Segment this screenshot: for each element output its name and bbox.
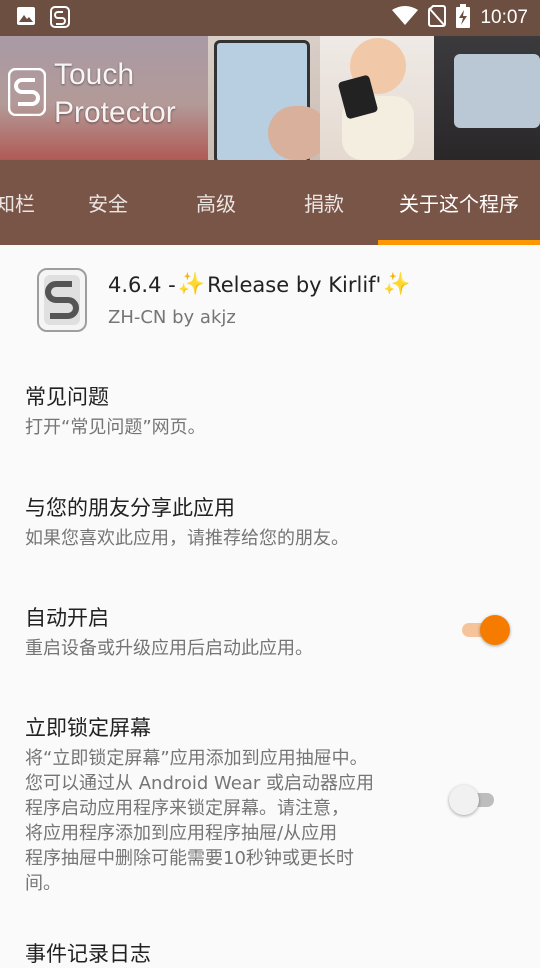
summary-line: 将“立即锁定屏幕”应用添加到应用抽屉中。: [25, 748, 368, 769]
tab-notifications[interactable]: 知栏: [0, 160, 50, 245]
tab-security[interactable]: 安全: [54, 160, 162, 245]
banner-photo-baby: [320, 36, 434, 160]
wifi-icon: [392, 6, 419, 30]
version-info: 4.6.4 - ✨ Release by Kirlif' ✨: [108, 272, 413, 297]
tab-label: 关于这个程序: [399, 192, 519, 216]
banner-photo-pocket: [434, 36, 540, 160]
about-content: 4.6.4 - ✨ Release by Kirlif' ✨ ZH-CN by …: [0, 245, 540, 966]
sparkle-icon: ✨: [383, 272, 411, 297]
app-notification-icon: [50, 6, 70, 32]
tab-bar: 知栏 安全 高级 捐款 关于这个程序: [0, 160, 540, 245]
tab-label: 安全: [88, 192, 128, 216]
lock-screen-toggle[interactable]: [449, 784, 504, 815]
logo-line-1: Touch: [54, 58, 135, 91]
clock: 10:07: [480, 7, 528, 28]
pref-summary: 将“立即锁定屏幕”应用添加到应用抽屉中。 您可以通过从 Android Wear…: [25, 746, 435, 896]
tab-label: 高级: [196, 192, 236, 216]
summary-line: 将应用程序添加到应用程序抽屉/从应用: [25, 823, 338, 844]
auto-start-toggle[interactable]: [460, 614, 512, 645]
pref-summary: 如果您喜欢此应用，请推荐给您的朋友。: [25, 528, 349, 549]
tab-about[interactable]: 关于这个程序: [378, 160, 540, 245]
logo-line-2: Protector: [54, 96, 176, 129]
pref-title: 自动开启: [25, 606, 109, 630]
summary-line: 您可以通过从 Android Wear 或启动器应用: [25, 773, 375, 794]
pref-title: 与您的朋友分享此应用: [25, 496, 235, 520]
tab-label: 知栏: [0, 192, 35, 216]
app-logo-icon: [7, 67, 47, 117]
tab-donate[interactable]: 捐款: [270, 160, 378, 245]
switch-thumb: [449, 785, 479, 815]
summary-line: 程序抽屉中删除可能需要10秒钟或更长时: [25, 848, 354, 869]
pref-title: 立即锁定屏幕: [25, 716, 151, 740]
banner-photo-phone-map: [208, 36, 328, 160]
pref-summary: 重启设备或升级应用后启动此应用。: [25, 638, 313, 659]
summary-line: 程序启动应用程序来锁定屏幕。请注意，: [25, 798, 349, 819]
release-text: Release by Kirlif': [207, 272, 382, 297]
pref-title: 事件记录日志: [25, 942, 151, 966]
switch-thumb: [480, 615, 510, 645]
no-sim-icon: [428, 5, 447, 31]
pref-title: 常见问题: [25, 385, 109, 409]
battery-charging-icon: [456, 4, 471, 32]
version-number: 4.6.4 -: [108, 272, 176, 297]
pref-summary: 打开“常见问题”网页。: [25, 417, 206, 438]
summary-line: 间。: [25, 873, 61, 894]
translator-credit: ZH-CN by akjz: [108, 307, 236, 328]
tab-advanced[interactable]: 高级: [162, 160, 270, 245]
app-icon: [36, 267, 88, 333]
header-banner: Touch Protector: [0, 36, 540, 160]
status-bar: 10:07: [0, 0, 540, 36]
image-icon: [16, 6, 36, 32]
app-logo-text: Touch Protector: [54, 56, 176, 132]
tab-label: 捐款: [304, 192, 344, 216]
sparkle-icon: ✨: [177, 272, 206, 297]
